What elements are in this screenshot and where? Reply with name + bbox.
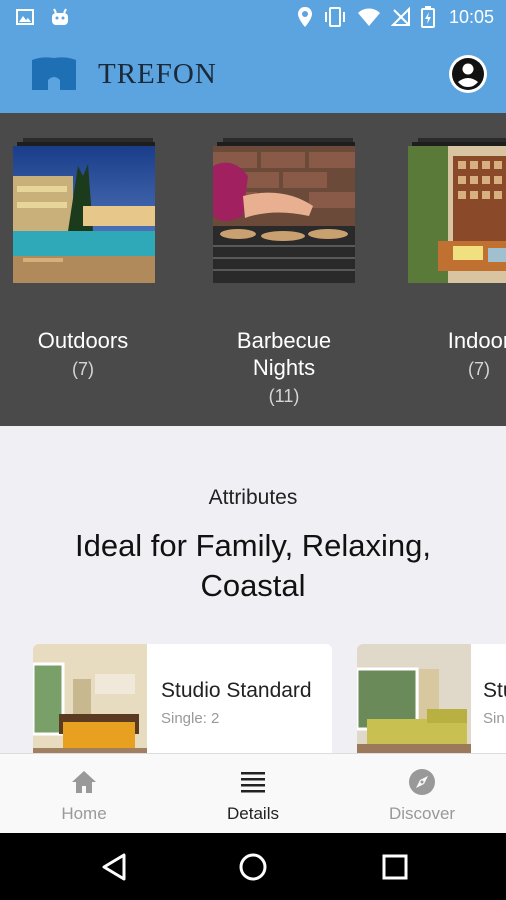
battery-icon (420, 6, 435, 28)
category-count: (11) (268, 386, 300, 406)
wifi-icon (357, 8, 380, 26)
attributes-section: Attributes Ideal for Family, Relaxing, C… (0, 486, 506, 606)
category-gallery[interactable]: Outdoors (7) Barbecue Nights (11) Indoor… (0, 113, 506, 426)
image-notification-icon (16, 9, 34, 25)
nav-home-label: Home (61, 804, 107, 823)
brand-name: TREFON (98, 58, 217, 90)
category-name: Barbecue (236, 328, 332, 353)
home-icon (72, 771, 96, 793)
vibrate-icon (324, 7, 345, 27)
room-card[interactable]: Studio Standard Single: 2 (33, 644, 332, 762)
system-navigation-bar (0, 833, 506, 900)
outdoors-photo (13, 146, 155, 283)
room-name: Studio Standard (161, 679, 312, 702)
nav-home[interactable]: Home (0, 754, 168, 834)
nav-discover-label: Discover (388, 804, 456, 823)
category-name: Indoor (447, 328, 506, 353)
back-icon[interactable] (100, 852, 130, 882)
recents-icon[interactable] (380, 852, 410, 882)
home-circle-icon[interactable] (238, 852, 268, 882)
room-capacity: Single: 2 (161, 710, 220, 727)
nav-details-label: Details (227, 804, 279, 823)
indoor-photo (408, 146, 506, 283)
list-icon (241, 772, 265, 793)
category-count: (7) (468, 359, 490, 379)
category-photo-stack (13, 138, 155, 283)
attributes-title: Attributes (208, 486, 298, 509)
room-capacity: Sin (483, 710, 505, 727)
room-card[interactable]: Stu Sin (357, 644, 506, 762)
category-name: Outdoors (37, 328, 129, 353)
nav-details[interactable]: Details (169, 754, 337, 834)
app-bar: TREFON (0, 36, 506, 113)
room-photo (357, 644, 471, 762)
no-signal-icon (390, 7, 410, 26)
room-name: Stu (483, 679, 506, 702)
nav-discover[interactable]: Discover (338, 754, 506, 834)
category-photo-stack (213, 138, 355, 283)
category-name-line2: Nights (252, 355, 316, 380)
android-notification-icon (52, 8, 68, 25)
category-photo-stack (408, 138, 506, 283)
category-count: (7) (72, 359, 94, 379)
room-photo (33, 644, 147, 762)
brand-logo-icon (32, 57, 76, 90)
bottom-navigation: Home Details Discover (0, 753, 506, 833)
compass-icon (409, 769, 435, 795)
account-button[interactable] (448, 54, 488, 94)
clock: 10:05 (448, 6, 494, 27)
barbecue-photo (213, 146, 355, 283)
status-bar: 10:05 (0, 0, 506, 36)
attributes-values: Ideal for Family, Relaxing, Coastal (74, 528, 432, 603)
location-icon (297, 7, 312, 27)
